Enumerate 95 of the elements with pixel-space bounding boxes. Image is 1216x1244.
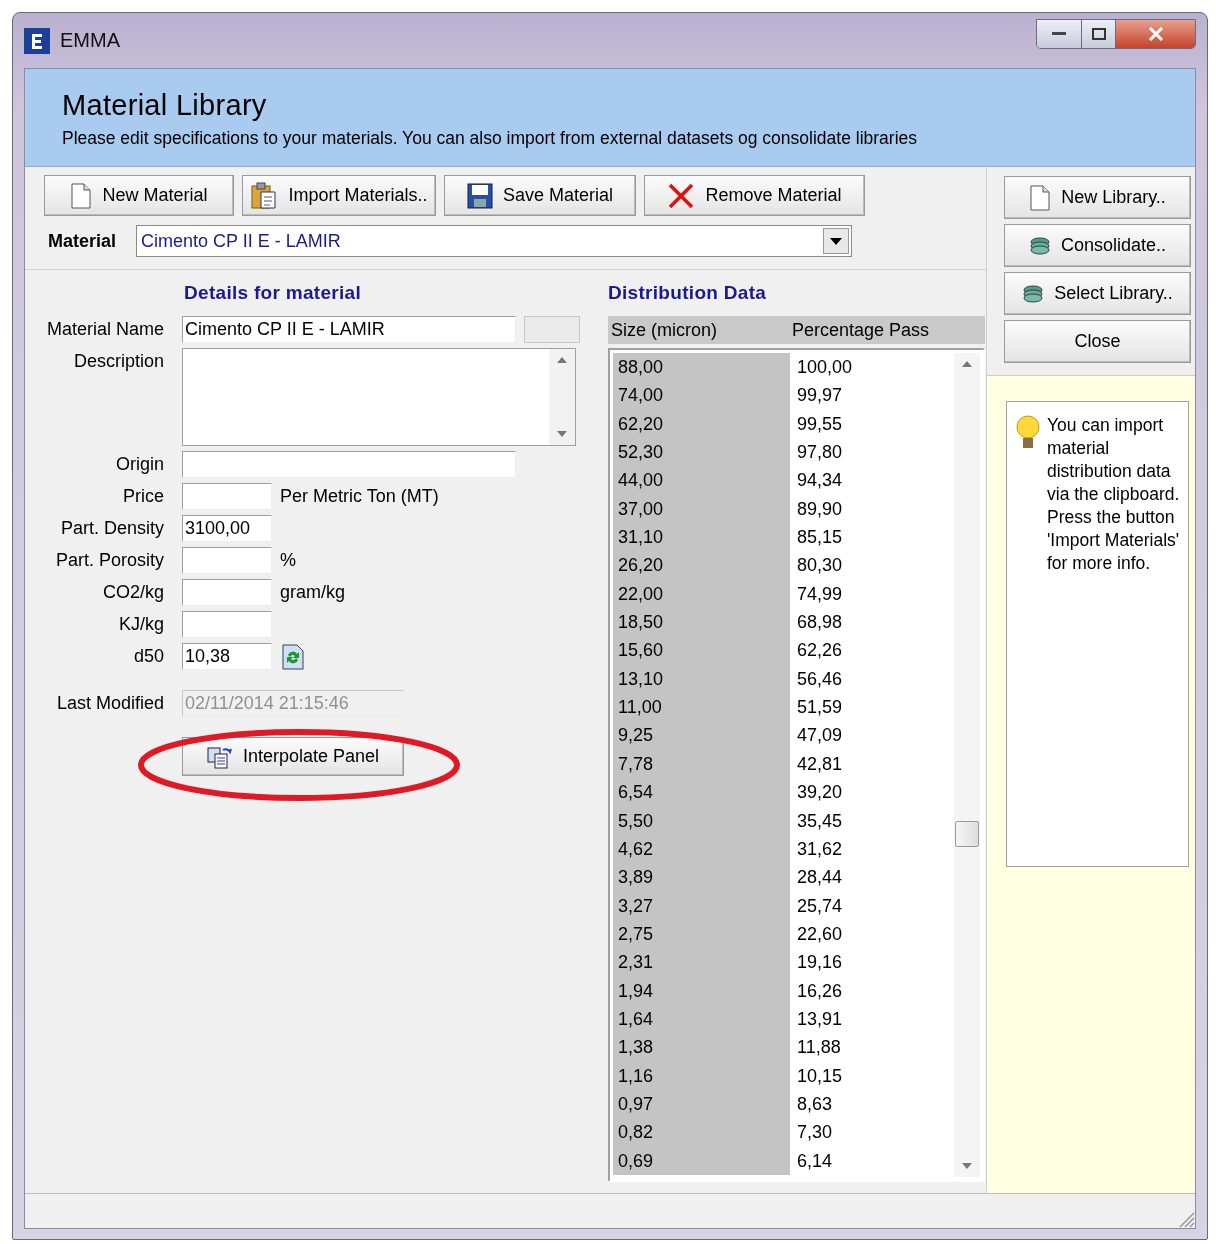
field-label: CO2/kg (101, 581, 164, 604)
minimize-button[interactable] (1037, 20, 1081, 48)
tip-text: You can import material distribution data via the clipboard. Press the button 'Import Materials' for more info. (1047, 414, 1181, 575)
field-label: Material Name (45, 318, 164, 341)
toolbar-button[interactable]: Remove Material (644, 175, 865, 216)
interpolate-panel-button[interactable]: Interpolate Panel (182, 737, 404, 776)
scroll-up-icon[interactable] (557, 357, 567, 363)
table-cell: 44,00 (613, 466, 790, 495)
column-header: Size (micron) (610, 319, 718, 341)
table-cell: 9,25 (613, 721, 790, 750)
cross-icon (667, 181, 696, 210)
table-cell: 22,00 (613, 579, 790, 609)
table-cell: 15,60 (613, 636, 790, 665)
unit-label: % (280, 550, 296, 571)
unit-label: gram/kg (280, 582, 346, 603)
input-field[interactable] (182, 483, 272, 510)
side-button[interactable]: Close (1004, 320, 1191, 363)
page-title: Material Library (62, 89, 268, 122)
resize-grip-icon[interactable] (1177, 1210, 1195, 1228)
input-field[interactable] (182, 451, 516, 478)
input-field[interactable]: 3100,00 (182, 515, 272, 542)
input-field[interactable] (182, 579, 272, 606)
scroll-thumb[interactable] (955, 821, 979, 847)
table-cell: 11,00 (613, 693, 790, 722)
distribution-list[interactable] (608, 348, 985, 1182)
field-label: Origin (115, 453, 164, 476)
table-cell: 1,38 (613, 1033, 790, 1062)
material-dropdown[interactable]: Cimento CP II E - LAMIR (136, 225, 853, 257)
table-cell: 88,00 (613, 353, 790, 382)
table-cell: 3,27 (613, 891, 790, 920)
side-button[interactable]: Select Library.. (1004, 272, 1191, 315)
side-button[interactable]: New Library.. (1004, 176, 1191, 219)
table-cell: 2,31 (613, 948, 790, 977)
field-label: Part. Porosity (54, 549, 164, 572)
side-button[interactable]: Consolidate.. (1004, 224, 1191, 267)
table-cell: 0,69 (613, 1146, 790, 1175)
toolbar-button[interactable]: Import Materials.. (242, 175, 436, 216)
table-cell: 6,54 (613, 778, 790, 807)
table-cell: 52,30 (613, 438, 790, 467)
clipboard-icon (250, 181, 279, 210)
table-cell: 7,78 (613, 749, 790, 779)
app-logo-icon (24, 27, 50, 54)
scrollbar[interactable] (549, 349, 575, 445)
table-cell: 31,10 (613, 523, 790, 552)
section-heading: Details for material (183, 282, 363, 305)
table-cell: 37,00 (613, 494, 790, 524)
page-icon (70, 182, 93, 209)
close-button[interactable] (1115, 20, 1195, 48)
small-field (524, 316, 580, 343)
maximize-icon (1091, 28, 1106, 40)
disk-stack-icon (1028, 236, 1051, 255)
field-label: Last Modified (55, 692, 164, 715)
scroll-up-icon[interactable] (962, 361, 972, 367)
field-label: Part. Density (59, 517, 164, 540)
material-name-field[interactable]: Cimento CP II E - LAMIR (182, 316, 516, 343)
table-cell: 0,97 (613, 1089, 790, 1119)
table-cell: 4,62 (613, 834, 790, 864)
table-cell: 3,89 (613, 863, 790, 892)
table-cell: 0,82 (613, 1118, 790, 1147)
page-subtitle: Please edit specifications to your materials. You can also import from external datasets og consolidate libraries (62, 128, 919, 149)
table-cell: 26,20 (613, 551, 790, 580)
table-cell: 5,50 (613, 806, 790, 835)
page-icon (1029, 184, 1052, 211)
section-heading: Distribution Data (608, 282, 768, 305)
input-field[interactable] (182, 611, 272, 638)
field-label: Price (122, 485, 164, 508)
column-header: Percentage Pass (791, 319, 931, 341)
description-field[interactable] (182, 348, 576, 446)
table-cell: 62,20 (613, 409, 790, 439)
scrollbar[interactable] (954, 353, 980, 1177)
dropdown-arrow-icon (830, 237, 843, 245)
unit-label: Per Metric Ton (MT) (280, 486, 439, 507)
maximize-button[interactable] (1081, 20, 1115, 48)
table-cell: 18,50 (613, 608, 790, 637)
toolbar-button[interactable]: Save Material (444, 175, 636, 216)
refresh-icon[interactable] (282, 643, 304, 670)
material-label: Material (48, 230, 117, 252)
minimize-icon (1052, 32, 1066, 36)
input-field[interactable] (182, 547, 272, 574)
table-cell: 13,10 (613, 664, 790, 694)
disk-stack-icon (1022, 284, 1045, 303)
input-field[interactable]: 10,38 (182, 643, 272, 670)
table-cell: 1,64 (613, 1004, 790, 1034)
window-title: EMMA (60, 29, 120, 52)
table-cell: 74,00 (613, 381, 790, 410)
field-label: Description (72, 350, 164, 373)
table-cell: 1,16 (613, 1061, 790, 1090)
scroll-down-icon[interactable] (557, 431, 567, 437)
scroll-down-icon[interactable] (962, 1163, 972, 1169)
close-icon (1147, 27, 1164, 41)
table-cell: 2,75 (613, 919, 790, 949)
table-cell: 1,94 (613, 976, 790, 1005)
field-label: KJ/kg (117, 613, 164, 636)
field-label: d50 (132, 645, 164, 668)
toolbar-button[interactable]: New Material (44, 175, 234, 216)
